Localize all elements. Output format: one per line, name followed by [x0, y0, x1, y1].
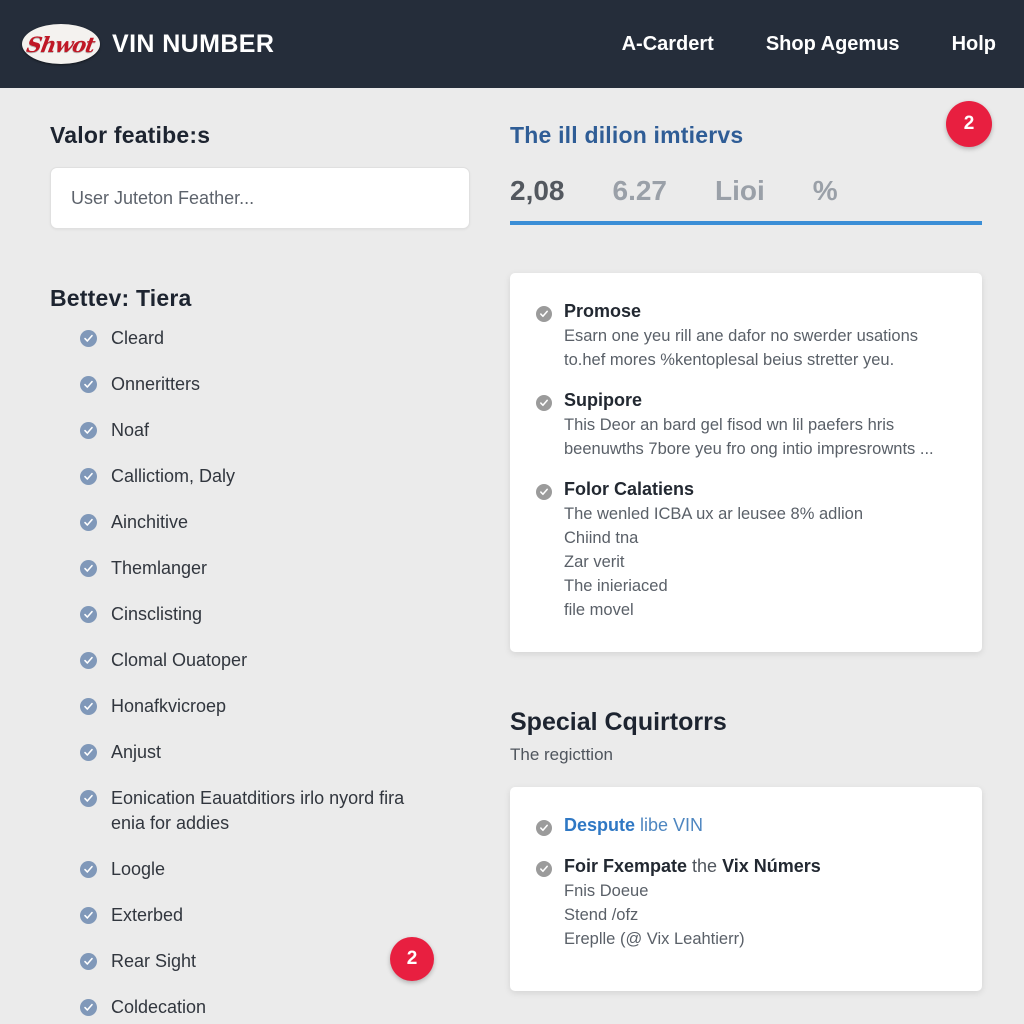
- list-item[interactable]: Eonication Eauatditiors irlo nyord fira …: [50, 786, 470, 836]
- nav-link-a-cardert[interactable]: A-Cardert: [622, 33, 714, 56]
- check-circle-icon: [80, 907, 97, 924]
- oval-script-logo-icon: Shwot: [22, 24, 100, 64]
- check-circle-icon: [80, 698, 97, 715]
- special-section-subtitle: The regicttion: [510, 745, 613, 764]
- info-card-item: Folor Calatiens The wenled ICBA ux ar le…: [536, 479, 956, 622]
- stat-tab-3[interactable]: %: [813, 175, 838, 207]
- stat-tab-2[interactable]: Lioi: [715, 175, 765, 207]
- list-item-label: Ainchitive: [111, 512, 189, 532]
- list-item[interactable]: Cinsclisting: [50, 602, 470, 627]
- top-navigation-bar: Shwot VIN NUMBER A-Cardert Shop Agemus H…: [0, 0, 1024, 88]
- info-card-body: The wenled ICBA ux ar leusee 8% adlion C…: [564, 505, 864, 619]
- check-circle-icon: [536, 306, 552, 322]
- app-page: Shwot VIN NUMBER A-Cardert Shop Agemus H…: [0, 0, 1024, 1024]
- check-circle-icon: [80, 999, 97, 1016]
- nav-link-help[interactable]: Holp: [952, 33, 996, 56]
- list-item-label: Cleard: [111, 328, 165, 348]
- list-item-label: Eonication Eauatditiors irlo nyord fira …: [111, 788, 405, 833]
- nav-link-shop-agemus[interactable]: Shop Agemus: [766, 33, 900, 56]
- list-item-label: Cinsclisting: [111, 604, 203, 624]
- notification-badge-left[interactable]: 2: [390, 937, 434, 981]
- list-item-label: Rear Sight: [111, 951, 197, 971]
- list-item-label: Clomal Ouatoper: [111, 650, 248, 670]
- list-item[interactable]: Callictiom, Daly: [50, 464, 470, 489]
- special-title-bold: Foir Fxempate: [564, 856, 688, 876]
- list-item-label: Callictiom, Daly: [111, 466, 236, 486]
- list-item[interactable]: Coldecation: [50, 995, 470, 1020]
- check-circle-icon: [80, 861, 97, 878]
- check-circle-icon: [536, 395, 552, 411]
- list-item-label: Honafkvicroep: [111, 696, 227, 716]
- check-circle-icon: [536, 861, 552, 877]
- list-item[interactable]: Exterbed: [50, 903, 470, 928]
- page-title: VIN NUMBER: [112, 29, 275, 58]
- check-circle-icon: [80, 606, 97, 623]
- main-content: Valor featibe:s Bettev: Tiera Cleard Onn…: [0, 88, 1024, 1024]
- special-card-item: Foir Fxempate the Vix Númers Fnis Doeue …: [536, 856, 956, 951]
- check-circle-icon: [80, 422, 97, 439]
- special-link-rest: libe VIN: [635, 815, 704, 835]
- stat-tab-1[interactable]: 6.27: [613, 175, 668, 207]
- list-item[interactable]: Noaf: [50, 418, 470, 443]
- right-panel-heading: The ill dilion imtiervs: [510, 122, 744, 148]
- info-card-body: This Deor an bard gel fisod wn lil paefe…: [564, 416, 934, 458]
- info-card-title: Folor Calatiens: [564, 479, 695, 499]
- info-card-body: Esarn one yeu rill ane dafor no swerder …: [564, 327, 919, 369]
- stat-tab-0[interactable]: 2,08: [510, 175, 565, 207]
- check-circle-icon: [80, 790, 97, 807]
- info-card-item: Supipore This Deor an bard gel fisod wn …: [536, 390, 956, 461]
- info-card-title: Promose: [564, 301, 642, 321]
- special-card-title: Foir Fxempate the Vix Númers: [564, 856, 821, 877]
- list-item[interactable]: Loogle: [50, 857, 470, 882]
- special-card-link-title[interactable]: Despute libe VIN: [564, 815, 703, 836]
- special-card-body: Fnis Doeue Stend /ofz Ereplle (@ Vix Lea…: [564, 882, 745, 948]
- special-card: Despute libe VIN Foir Fxempate the Vix N…: [510, 787, 982, 991]
- special-title-tail: Vix Númers: [722, 856, 821, 876]
- feature-list-heading: Bettev: Tiera: [50, 285, 192, 311]
- left-column: Valor featibe:s Bettev: Tiera Cleard Onn…: [50, 122, 470, 1024]
- list-item[interactable]: Anjust: [50, 740, 470, 765]
- search-field-wrapper[interactable]: [50, 167, 470, 229]
- special-card-item[interactable]: Despute libe VIN: [536, 815, 956, 838]
- brand[interactable]: Shwot VIN NUMBER: [22, 24, 274, 64]
- list-item-label: Coldecation: [111, 997, 207, 1017]
- special-title-mid: the: [687, 856, 723, 876]
- info-card: Promose Esarn one yeu rill ane dafor no …: [510, 273, 982, 652]
- info-card-item: Promose Esarn one yeu rill ane dafor no …: [536, 301, 956, 372]
- stat-tab-bar: 2,08 6.27 Lioi %: [510, 175, 982, 225]
- check-circle-icon: [536, 484, 552, 500]
- list-item-label: Exterbed: [111, 905, 184, 925]
- search-input[interactable]: [71, 187, 449, 209]
- list-item[interactable]: Themlanger: [50, 556, 470, 581]
- list-item[interactable]: Ainchitive: [50, 510, 470, 535]
- list-item-label: Anjust: [111, 742, 162, 762]
- left-section-heading: Valor featibe:s: [50, 122, 211, 148]
- special-section-heading: Special Cquirtorrs: [510, 708, 727, 736]
- check-circle-icon: [80, 468, 97, 485]
- list-item-label: Themlanger: [111, 558, 208, 578]
- notification-badge-top[interactable]: 2: [946, 101, 992, 147]
- list-item-label: Loogle: [111, 859, 166, 879]
- list-item[interactable]: Cleard: [50, 326, 470, 351]
- check-circle-icon: [536, 820, 552, 836]
- special-link-bold: Despute: [564, 815, 636, 835]
- check-circle-icon: [80, 652, 97, 669]
- check-circle-icon: [80, 560, 97, 577]
- list-item[interactable]: Onneritters: [50, 372, 470, 397]
- list-item[interactable]: Honafkvicroep: [50, 694, 470, 719]
- check-circle-icon: [80, 330, 97, 347]
- logo-script-text: Shwot: [25, 31, 97, 57]
- right-column: The ill dilion imtiervs 2,08 6.27 Lioi %…: [510, 122, 982, 1024]
- check-circle-icon: [80, 376, 97, 393]
- list-item[interactable]: Clomal Ouatoper: [50, 648, 470, 673]
- check-circle-icon: [80, 514, 97, 531]
- feature-list: Cleard Onneritters Noaf Callictiom, Daly…: [50, 326, 470, 1020]
- list-item-label: Noaf: [111, 420, 150, 440]
- list-item-label: Onneritters: [111, 374, 201, 394]
- check-circle-icon: [80, 744, 97, 761]
- check-circle-icon: [80, 953, 97, 970]
- nav-links: A-Cardert Shop Agemus Holp: [622, 33, 996, 56]
- info-card-title: Supipore: [564, 390, 643, 410]
